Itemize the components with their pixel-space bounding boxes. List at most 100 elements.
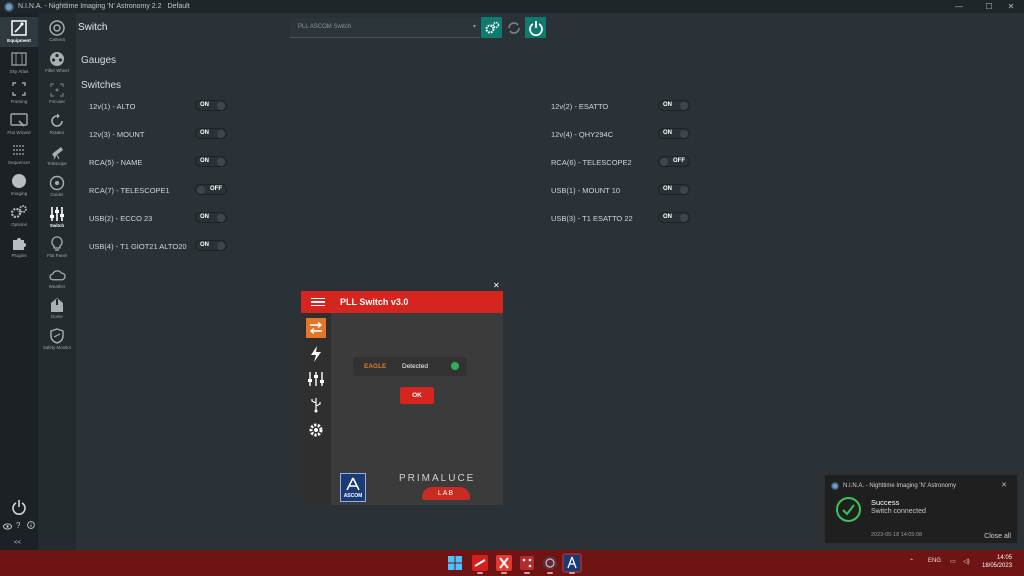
sidebar-item-label: Framing: [10, 99, 28, 104]
gear-icon[interactable]: [306, 420, 326, 440]
tab-telescope[interactable]: Telescope: [38, 140, 76, 170]
tab-dome[interactable]: Dome: [38, 293, 76, 323]
sidebar-item-label: Options: [11, 222, 27, 227]
toast-app-name: N.I.N.A. - Nighttime Imaging 'N' Astrono…: [843, 483, 956, 489]
sliders-icon[interactable]: [306, 369, 326, 389]
chevron-down-icon: ▾: [472, 24, 476, 30]
refresh-button[interactable]: [503, 17, 524, 38]
eye-icon[interactable]: [3, 522, 12, 532]
ascom-label: ASCOM: [343, 493, 363, 499]
tab-camera[interactable]: Camera: [38, 16, 76, 46]
app-ascom-icon[interactable]: [562, 553, 582, 574]
sidebar-item-label: Flat Wizard: [7, 130, 31, 135]
volume-icon[interactable]: ◁): [963, 558, 970, 565]
switch-sliders-icon: [49, 205, 66, 222]
tab-label: Focuser: [49, 99, 65, 104]
windows-start-icon[interactable]: [445, 553, 465, 573]
close-window-button[interactable]: ✕: [996, 0, 1024, 13]
language-indicator[interactable]: ENG: [928, 558, 941, 564]
system-clock[interactable]: 14:05 18/05/2023: [982, 554, 1012, 570]
switch-toggle[interactable]: ON: [195, 100, 227, 111]
switch-label: USB(3) - T1 ESATTO 22: [551, 214, 633, 223]
sidebar-item-sequencer[interactable]: Sequencer: [0, 139, 38, 169]
window-profile: Default: [167, 3, 190, 10]
gears-icon: [10, 203, 28, 221]
lightning-icon[interactable]: [306, 344, 326, 364]
monitor-icon[interactable]: ▭: [950, 558, 956, 565]
switch-toggle[interactable]: ON: [658, 184, 690, 195]
tab-focuser[interactable]: Focuser: [38, 78, 76, 108]
sidebar-item-imaging[interactable]: Imaging: [0, 170, 38, 200]
chevron-up-icon[interactable]: ⌃: [909, 558, 914, 565]
tab-label: Filter Wheel: [45, 68, 69, 73]
app-x-icon[interactable]: [494, 553, 514, 574]
transfer-arrows-icon[interactable]: [306, 318, 326, 338]
switch-toggle[interactable]: ON: [195, 212, 227, 223]
map-icon: [10, 50, 28, 68]
device-name: EAGLE: [364, 363, 387, 370]
nina-logo-icon: [831, 482, 839, 490]
list-icon: [10, 141, 28, 159]
collapse-sidebar-button[interactable]: <<: [14, 540, 21, 546]
toast-timestamp: 2023-05-18 14:05:08: [871, 532, 923, 538]
power-icon[interactable]: [11, 499, 27, 517]
tab-safety-monitor[interactable]: Safety Monitor: [38, 324, 76, 354]
telescope-icon: [10, 19, 28, 37]
sidebar-item-plugins[interactable]: Plugins: [0, 232, 38, 262]
tab-label: Switch: [49, 223, 65, 228]
main-sidebar: Equipment Sky Atlas Framing Flat Wizard …: [0, 13, 38, 550]
refresh-icon: [507, 21, 520, 34]
toast-close-button[interactable]: ✕: [1001, 481, 1007, 489]
switch-toggle[interactable]: ON: [195, 156, 227, 167]
ascom-logo: ASCOM: [340, 473, 366, 502]
tab-label: Dome: [51, 314, 63, 319]
settings-button[interactable]: [481, 17, 502, 38]
switch-label: 12v(3) - MOUNT: [89, 130, 145, 139]
switch-toggle[interactable]: OFF: [195, 184, 227, 195]
app-red-icon[interactable]: [470, 553, 490, 574]
sidebar-item-flat-wizard[interactable]: Flat Wizard: [0, 109, 38, 139]
nina-logo-icon: [4, 1, 14, 12]
tab-label: Guider: [50, 192, 64, 197]
switches-heading: Switches: [81, 80, 122, 91]
sidebar-item-sky-atlas[interactable]: Sky Atlas: [0, 48, 38, 78]
wand-icon: [10, 111, 28, 129]
usb-icon[interactable]: [306, 395, 326, 415]
switch-toggle[interactable]: ON: [195, 240, 227, 251]
switch-toggle[interactable]: ON: [658, 212, 690, 223]
switch-label: 12v(4) - QHY294C: [551, 130, 614, 139]
status-indicator-dot: [451, 362, 459, 370]
puzzle-icon: [10, 234, 28, 252]
taskbar: ⌃ ENG ▭ ◁) 14:05 18/05/2023: [0, 550, 1024, 576]
tab-guider[interactable]: Guider: [38, 171, 76, 201]
tab-filter-wheel[interactable]: Filter Wheel: [38, 47, 76, 77]
circle-icon: [10, 172, 28, 190]
minimize-button[interactable]: —: [944, 0, 974, 13]
sidebar-item-framing[interactable]: Framing: [0, 78, 38, 108]
switch-toggle[interactable]: ON: [658, 128, 690, 139]
tab-weather[interactable]: Weather: [38, 263, 76, 293]
help-icon[interactable]: ?: [16, 521, 20, 530]
close-all-button[interactable]: Close all: [984, 533, 1011, 540]
ok-button[interactable]: OK: [400, 387, 434, 404]
dome-icon: [49, 296, 66, 313]
connect-power-button[interactable]: [525, 17, 546, 38]
app-nina-icon[interactable]: [540, 553, 560, 574]
hamburger-menu-icon[interactable]: [311, 296, 325, 309]
device-select[interactable]: PLL ASCOM Switch ▾: [290, 18, 480, 38]
sidebar-item-equipment[interactable]: Equipment: [0, 17, 38, 47]
tab-flat-panel[interactable]: Flat Panel: [38, 232, 76, 262]
tab-rotator[interactable]: Rotator: [38, 109, 76, 139]
switch-toggle[interactable]: ON: [658, 100, 690, 111]
app-dice-icon[interactable]: [517, 553, 537, 574]
device-select-value: PLL ASCOM Switch: [298, 24, 352, 30]
dialog-close-button[interactable]: ✕: [493, 281, 500, 290]
equipment-subbar: Camera Filter Wheel Focuser Rotator Tele…: [38, 13, 76, 550]
rotator-icon: [49, 112, 66, 129]
sidebar-item-options[interactable]: Options: [0, 201, 38, 231]
guider-icon: [49, 174, 66, 191]
tab-switch[interactable]: Switch: [38, 202, 76, 232]
switch-toggle[interactable]: ON: [195, 128, 227, 139]
info-icon[interactable]: [27, 521, 35, 531]
switch-toggle[interactable]: OFF: [658, 156, 690, 167]
